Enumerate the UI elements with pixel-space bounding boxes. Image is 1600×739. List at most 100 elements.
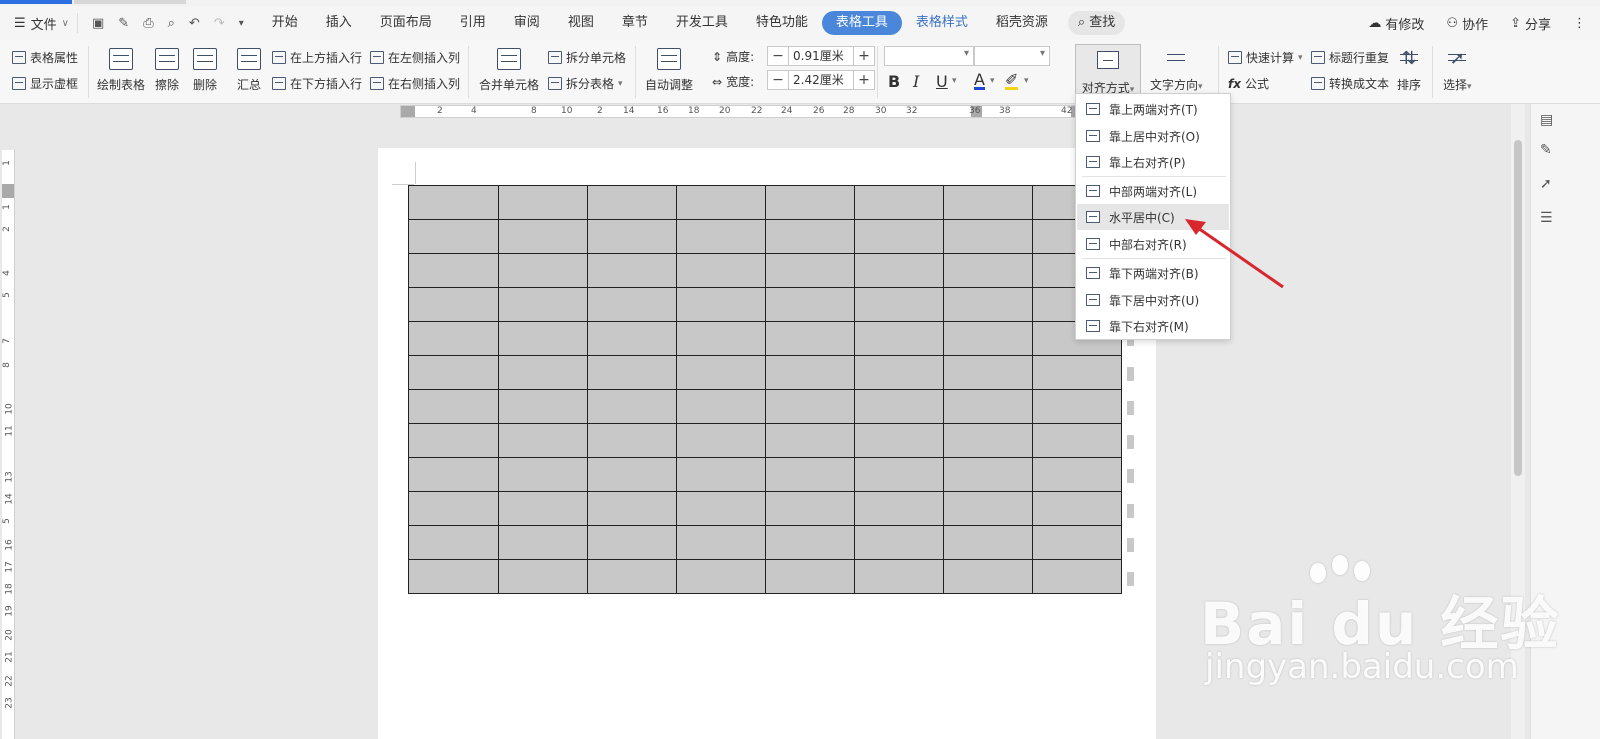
menu-item-top-right[interactable]: 靠上右对齐(P): [1077, 149, 1229, 175]
table-cell[interactable]: [587, 559, 677, 594]
tab-view[interactable]: 视图: [554, 11, 608, 35]
format-painter-icon[interactable]: ✎: [118, 16, 129, 31]
draw-table-button[interactable]: 绘制表格: [97, 48, 145, 93]
scrollbar-thumb[interactable]: [1514, 140, 1522, 476]
menu-item-top-justify[interactable]: 靠上两端对齐(T): [1077, 96, 1229, 122]
table-cell[interactable]: [943, 491, 1033, 526]
insert-col-right-button[interactable]: 在右侧插入列: [370, 75, 460, 92]
auto-fit-button[interactable]: 自动调整: [645, 48, 693, 93]
show-grid-button[interactable]: 显示虚框: [12, 75, 78, 92]
bold-icon[interactable]: B: [888, 72, 900, 91]
table-cell[interactable]: [408, 559, 499, 594]
table-cell[interactable]: [498, 457, 588, 492]
table-cell[interactable]: [765, 287, 855, 322]
table-cell[interactable]: [498, 321, 588, 356]
summary-button[interactable]: 汇总: [237, 48, 261, 93]
width-input[interactable]: 2.42厘米: [788, 71, 854, 89]
table-cell[interactable]: [676, 321, 766, 356]
table-cell[interactable]: [854, 423, 944, 458]
table-cell[interactable]: [1032, 491, 1122, 526]
table-cell[interactable]: [765, 253, 855, 288]
tab-insert[interactable]: 插入: [312, 11, 366, 35]
table-cell[interactable]: [1032, 423, 1122, 458]
table-cell[interactable]: [943, 559, 1033, 594]
tab-table-style[interactable]: 表格样式: [902, 11, 982, 35]
height-decrease-button[interactable]: −: [768, 47, 788, 65]
delete-button[interactable]: 删除: [193, 48, 217, 93]
table-cell[interactable]: [943, 423, 1033, 458]
to-text-button[interactable]: 转换成文本: [1311, 75, 1389, 92]
table-cell[interactable]: [498, 525, 588, 560]
table-cell[interactable]: [587, 219, 677, 254]
table-cell[interactable]: [498, 491, 588, 526]
italic-icon[interactable]: I: [913, 72, 919, 91]
table-cell[interactable]: [676, 559, 766, 594]
table-cell[interactable]: [676, 491, 766, 526]
panel-toggle-icon[interactable]: ▤: [1540, 112, 1556, 128]
table-cell[interactable]: [676, 423, 766, 458]
table-cell[interactable]: [765, 355, 855, 390]
width-decrease-button[interactable]: −: [768, 71, 788, 89]
horizontal-ruler[interactable]: 2 4 8 10 2 14 16 18 20 22 24 26 28 30 32…: [400, 105, 1105, 118]
merge-cells-button[interactable]: 合并单元格: [479, 48, 539, 93]
more-options-icon[interactable]: ⋮: [1573, 16, 1586, 31]
table-cell[interactable]: [943, 287, 1033, 322]
table-cell[interactable]: [943, 253, 1033, 288]
erase-button[interactable]: 擦除: [155, 48, 179, 93]
document-table[interactable]: [408, 185, 1122, 594]
table-cell[interactable]: [408, 321, 499, 356]
table-cell[interactable]: [408, 457, 499, 492]
repeat-header-button[interactable]: 标题行重复: [1311, 49, 1389, 66]
table-cell[interactable]: [854, 559, 944, 594]
redo-icon[interactable]: ↷: [214, 16, 225, 31]
table-cell[interactable]: [854, 185, 944, 220]
split-table-button[interactable]: 拆分表格 ▾: [548, 75, 623, 92]
table-cell[interactable]: [854, 457, 944, 492]
select-button[interactable]: ➚ 选择▾: [1443, 48, 1472, 93]
table-cell[interactable]: [676, 389, 766, 424]
menu-item-middle-right[interactable]: 中部右对齐(R): [1077, 231, 1229, 257]
table-cell[interactable]: [765, 525, 855, 560]
table-cell[interactable]: [854, 287, 944, 322]
modified-status[interactable]: ☁ 有修改: [1368, 14, 1424, 33]
table-cell[interactable]: [498, 219, 588, 254]
table-cell[interactable]: [676, 253, 766, 288]
tab-table-tools[interactable]: 表格工具: [821, 11, 902, 35]
table-cell[interactable]: [408, 525, 499, 560]
table-cell[interactable]: [765, 491, 855, 526]
align-button[interactable]: 对齐方式▾: [1075, 44, 1141, 100]
table-cell[interactable]: [765, 389, 855, 424]
table-cell[interactable]: [676, 457, 766, 492]
chevron-down-icon[interactable]: ▾: [1024, 76, 1029, 86]
font-family-select[interactable]: [884, 46, 974, 66]
font-size-select[interactable]: [974, 46, 1050, 66]
table-cell[interactable]: [676, 219, 766, 254]
underline-icon[interactable]: U: [936, 72, 948, 91]
edit-icon[interactable]: ✎: [1540, 142, 1556, 158]
menu-item-middle-justify[interactable]: 中部两端对齐(L): [1077, 178, 1229, 204]
table-cell[interactable]: [854, 389, 944, 424]
insert-row-below-button[interactable]: 在下方插入行: [272, 75, 362, 92]
undo-icon[interactable]: ↶: [189, 16, 200, 31]
table-cell[interactable]: [765, 321, 855, 356]
table-cell[interactable]: [854, 355, 944, 390]
table-cell[interactable]: [587, 491, 677, 526]
table-cell[interactable]: [498, 185, 588, 220]
table-cell[interactable]: [854, 219, 944, 254]
table-cell[interactable]: [943, 321, 1033, 356]
table-cell[interactable]: [943, 389, 1033, 424]
table-cell[interactable]: [587, 525, 677, 560]
table-cell[interactable]: [943, 219, 1033, 254]
vertical-ruler[interactable]: 1 1 2 4 5 7 8 10 11 13 14 5 16 17 18 19 …: [2, 150, 15, 739]
doc-tab[interactable]: [74, 0, 186, 4]
table-cell[interactable]: [1032, 355, 1122, 390]
table-cell[interactable]: [1032, 559, 1122, 594]
formula-button[interactable]: fx 公式: [1228, 75, 1269, 92]
table-cell[interactable]: [943, 525, 1033, 560]
table-cell[interactable]: [498, 253, 588, 288]
table-cell[interactable]: [587, 253, 677, 288]
tab-references[interactable]: 引用: [446, 11, 500, 35]
table-cell[interactable]: [854, 253, 944, 288]
table-cell[interactable]: [498, 389, 588, 424]
print-icon[interactable]: ⎙: [143, 16, 153, 31]
